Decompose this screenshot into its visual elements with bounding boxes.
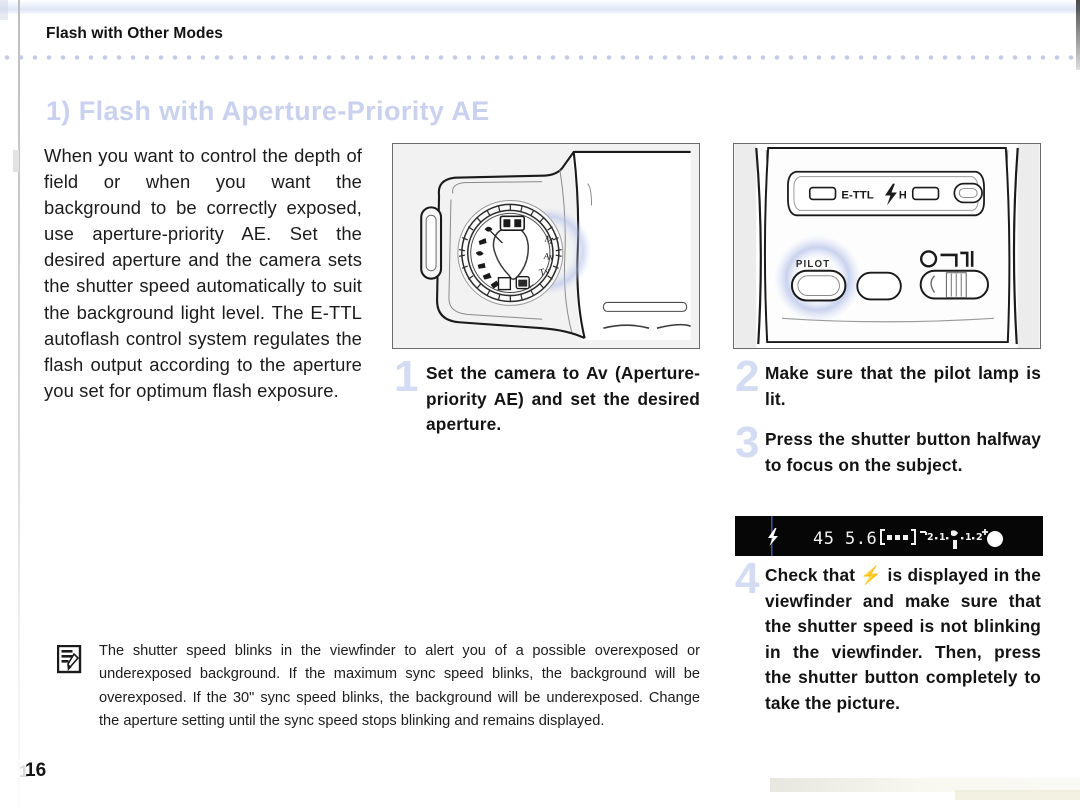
step-2-text: Make sure that the pilot lamp is lit. [765, 363, 1041, 409]
high-speed-sync-label: H [899, 189, 907, 201]
header-dotted-rule [0, 54, 1080, 61]
step-3-text: Press the shutter button halfway to focu… [765, 429, 1041, 475]
svg-text:1: 1 [939, 532, 946, 543]
viewfinder-readout: 45 5.6 2 1 1 2 [735, 516, 1043, 556]
flash-mode-label: E-TTL [841, 189, 873, 201]
svg-text:1: 1 [965, 532, 972, 543]
step-4: 4 Check that ⚡ is displayed in the viewf… [735, 557, 1041, 717]
scan-left-notch-artifact [13, 150, 19, 172]
viewfinder-indicator-dot [987, 531, 1003, 547]
camera-dial-illustration: M Av Tv ⌐ [393, 144, 699, 348]
figure-flash-back-panel: E-TTL H PILOT [733, 143, 1041, 349]
step-1-number: 1 [394, 352, 419, 401]
step-4-text-after: is displayed in the viewfinder and make … [765, 565, 1041, 713]
running-head: Flash with Other Modes [46, 25, 224, 42]
scan-left-page-edge [18, 0, 20, 806]
scan-bottom-smudge-secondary [955, 790, 1080, 800]
viewfinder-display-strip: 45 5.6 2 1 1 2 [735, 516, 1043, 556]
page-number: 16 [25, 760, 47, 781]
pilot-lamp-label: PILOT [796, 259, 830, 270]
note-callout: The shutter speed blinks in the viewfind… [56, 640, 700, 733]
flash-bolt-icon: ⚡ [855, 565, 888, 585]
step-2: 2 Make sure that the pilot lamp is lit. [735, 355, 1041, 412]
svg-text:2: 2 [927, 532, 934, 543]
section-title: 1) Flash with Aperture-Priority AE [46, 96, 490, 126]
intro-paragraph: When you want to control the depth of fi… [44, 145, 362, 401]
figure-camera-mode-dial: M Av Tv ⌐ [392, 143, 700, 349]
step-2-number: 2 [735, 352, 760, 401]
step-3-number: 3 [735, 418, 760, 467]
scan-top-edge-band [0, 0, 1080, 14]
step-1-text: Set the camera to Av (Aperture-priority … [426, 363, 700, 435]
scan-top-left-corner-artifact [0, 0, 8, 20]
step-4-text: Check that ⚡ is displayed in the viewfin… [765, 563, 1041, 717]
step-4-text-before: Check that [765, 565, 856, 585]
svg-text:2: 2 [976, 532, 983, 543]
dial-label-av: Av [543, 252, 555, 263]
viewfinder-aperture: 5.6 [845, 529, 877, 549]
viewfinder-shutter-speed: 45 [813, 529, 834, 549]
flash-panel-illustration: E-TTL H PILOT [734, 144, 1040, 348]
step-4-number: 4 [735, 554, 760, 603]
note-text: The shutter speed blinks in the viewfind… [99, 643, 700, 729]
step-3: 3 Press the shutter button halfway to fo… [735, 421, 1041, 478]
step-1: 1 Set the camera to Av (Aperture-priorit… [394, 355, 700, 438]
memo-note-icon [56, 644, 83, 675]
